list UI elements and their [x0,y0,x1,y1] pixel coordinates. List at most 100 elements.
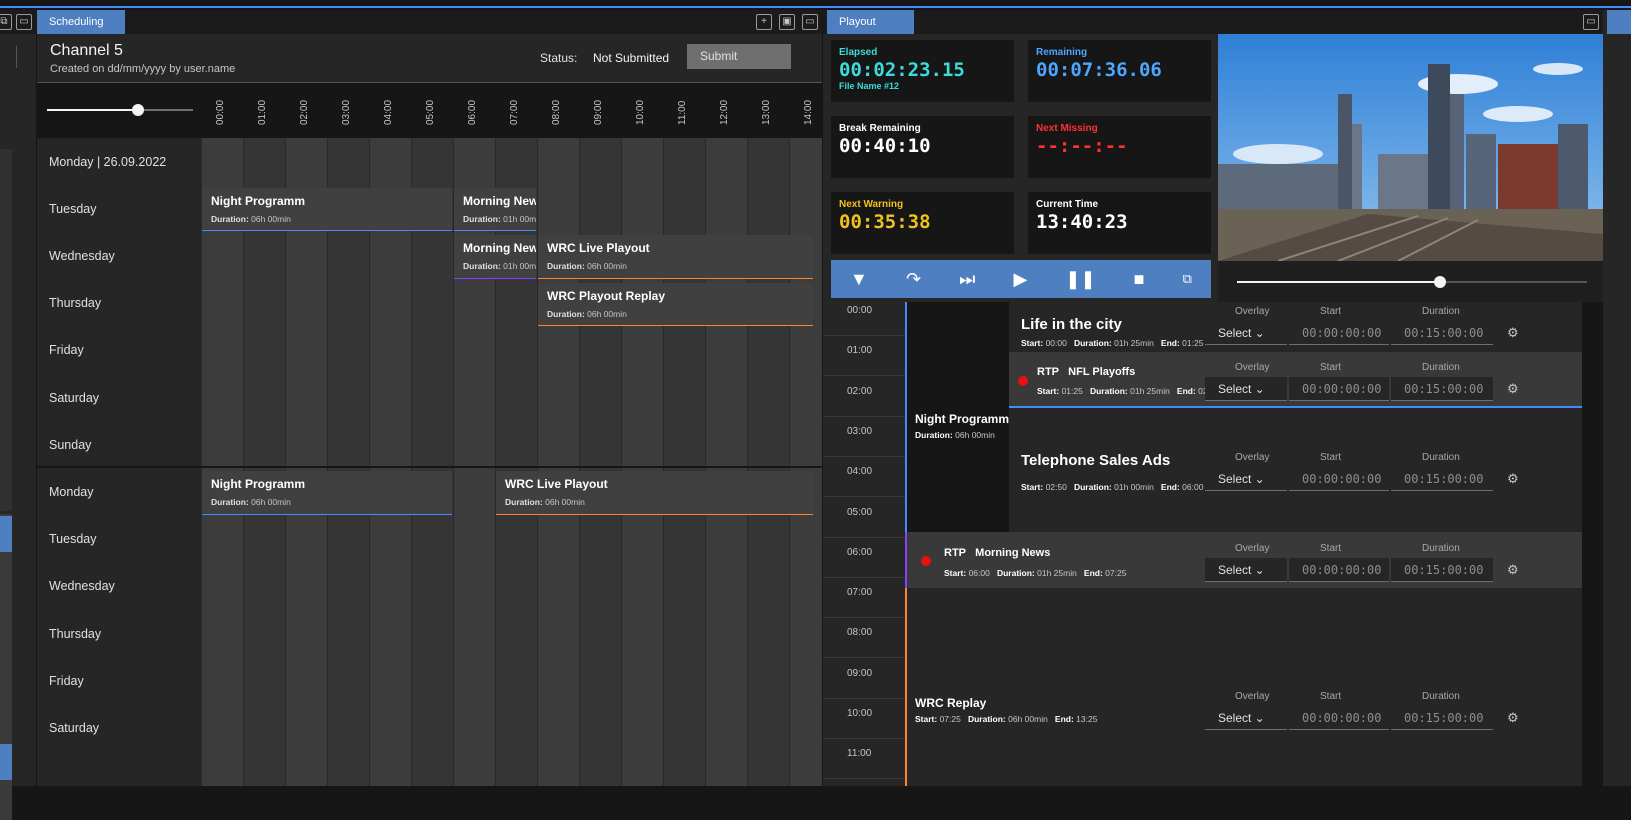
block-duration: Duration: 06h 00min [505,497,585,508]
settings-gear-icon[interactable]: ⚙ [1507,471,1519,487]
settings-gear-icon[interactable]: ⚙ [1507,325,1519,341]
day-label: Tuesday [49,532,97,547]
settings-gear-icon[interactable]: ⚙ [1507,381,1519,397]
hour-column [285,138,327,786]
hour-column [369,138,411,786]
start-timecode-input[interactable]: 00:00:00:00 [1289,558,1389,582]
missing-label: Next Missing [1036,123,1098,134]
block-title: WRC Live Playout [505,477,608,492]
block-duration: Duration: 06h 00min [211,214,291,225]
wrc-replay-group[interactable]: WRC Replay Start: 07:25 Duration: 06h 00… [907,588,1582,786]
playout-status-area: Elapsed 00:02:23.15 File Name #12 Remain… [823,34,1603,302]
start-timecode-input[interactable]: 00:00:00:00 [1289,377,1389,401]
duration-timecode-input[interactable]: 00:15:00:00 [1391,377,1493,401]
next-icon[interactable]: ⏭ [959,269,975,290]
schedule-block[interactable]: WRC Live Playout Duration: 06h 00min [496,471,814,515]
copy-icon[interactable]: ⧉ [0,14,12,30]
play-icon[interactable]: ▶ [1013,269,1027,290]
skip-forward-icon[interactable]: ↷ [906,269,921,290]
folder-open-icon[interactable]: ▭ [802,14,818,30]
settings-gear-icon[interactable]: ⚙ [1507,562,1519,578]
block-title: Night Programm [211,194,306,209]
tab-playout[interactable]: Playout [827,10,914,34]
day-label: Tuesday [49,201,97,216]
zoom-slider-handle[interactable] [132,104,144,116]
overlay-select[interactable]: Select ⌄ [1205,321,1287,345]
overlay-select[interactable]: Select ⌄ [1205,706,1287,730]
created-info: Created on dd/mm/yyyy by user.name [50,63,236,75]
transport-controls: ▼ ↷ ⏭ ▶ ❚❚ ■ ⧉ [831,260,1211,298]
hour-label: 07:00 [509,99,520,125]
schedule-block[interactable]: Night Programm Duration: 06h 00min [202,471,452,515]
hour-column [411,138,453,786]
duration-timecode-input[interactable]: 00:15:00:00 [1391,706,1493,730]
night-programm-group: Night Programm Duration: 06h 00min [907,302,1019,548]
current-time-tile: Current Time 13:40:23 [1028,192,1211,254]
start-timecode-input[interactable]: 00:00:00:00 [1289,706,1389,730]
folder-icon[interactable]: ▭ [1583,14,1599,30]
group-title: WRC Replay [915,696,987,710]
block-duration: Duration: 06h 00min [547,261,627,272]
group-title: Night Programm [915,412,1010,426]
remaining-label: Remaining [1036,47,1088,58]
duration-label: Duration [1422,362,1460,373]
overlay-fields: Overlay Start Duration Select ⌄ 00:00:00:00 0… [1205,306,1595,356]
group-duration: Duration: 06h 00min [915,430,995,440]
save-icon[interactable]: ▣ [779,14,795,30]
top-accent-bar [0,0,1631,8]
tab-scheduling[interactable]: Scheduling [37,10,125,34]
pause-icon[interactable]: ❚❚ [1065,269,1095,290]
duration-timecode-input[interactable]: 00:15:00:00 [1391,558,1493,582]
dropdown-icon[interactable]: ▼ [850,269,868,290]
day-label: Thursday [49,296,102,311]
duration-label: Duration [1422,691,1460,702]
warning-label: Next Warning [839,199,904,210]
elapsed-value: 00:02:23.15 [839,59,965,81]
schedule-block[interactable]: Morning News Duration: 01h 00min [454,188,536,232]
duration-label: Duration [1422,452,1460,463]
scheduling-tab-bar: ⧉ ▭ Scheduling + ▣ ▭ [0,10,822,34]
settings-gear-icon[interactable]: ⚙ [1507,710,1519,726]
start-timecode-input[interactable]: 00:00:00:00 [1289,467,1389,491]
overlay-select[interactable]: Select ⌄ [1205,467,1287,491]
time-label: 02:00 [847,385,873,397]
day-label-column: Monday | 26.09.2022 Tuesday Wednesday Thurs… [37,138,822,786]
left-strip [0,34,36,820]
schedule-block[interactable]: Morning News Duration: 01h 00min [454,235,536,279]
progress-track[interactable] [1237,276,1587,288]
schedule-block[interactable]: WRC Playout Replay Duration: 06h 00min [538,282,814,326]
schedule-grid: Night Programm Duration: 06h 00min Morning… [201,138,822,786]
new-file-icon[interactable]: + [756,14,772,30]
hour-label: 12:00 [719,99,730,125]
current-time-label: Current Time [1036,199,1099,210]
time-label: 08:00 [847,627,873,639]
start-label: Start [1320,306,1342,317]
start-timecode-input[interactable]: 00:00:00:00 [1289,321,1389,345]
hour-label: 03:00 [341,99,352,125]
start-label: Start [1320,362,1342,373]
time-column: 00:00 01:00 02:00 03:00 04:00 05:00 06:00 07:00… [823,302,905,786]
overlay-select[interactable]: Select ⌄ [1205,377,1287,401]
folder-icon[interactable]: ▭ [16,14,32,30]
time-label: 04:00 [847,466,873,478]
duration-timecode-input[interactable]: 00:15:00:00 [1391,321,1493,345]
hour-label: 10:00 [635,99,646,125]
overlay-select[interactable]: Select ⌄ [1205,558,1287,582]
missing-value: --:--:-- [1036,135,1128,157]
schedule-block[interactable]: WRC Live Playout Duration: 06h 00min [538,235,814,279]
overlay-label: Overlay [1235,543,1270,554]
event-meta: Start: 02:50 Duration: 01h 00min End: 06… [1021,482,1204,492]
playout-list: 00:00 01:00 02:00 03:00 04:00 05:00 06:00 07:00… [823,302,1603,786]
stop-icon[interactable]: ■ [1134,269,1145,290]
day-label: Sunday [49,437,92,452]
duplicate-icon[interactable]: ⧉ [1183,271,1192,287]
duration-timecode-input[interactable]: 00:15:00:00 [1391,467,1493,491]
progress-handle[interactable] [1434,276,1446,288]
hour-label: 04:00 [383,99,394,125]
file-name: File Name #12 [839,81,900,91]
submit-button[interactable]: Submit [687,44,791,69]
zoom-slider-track[interactable] [47,104,193,116]
next-missing-tile: Next Missing --:--:-- [1028,116,1211,178]
schedule-block[interactable]: Night Programm Duration: 06h 00min [202,188,452,232]
event-title: RTP Morning News [944,547,1051,559]
